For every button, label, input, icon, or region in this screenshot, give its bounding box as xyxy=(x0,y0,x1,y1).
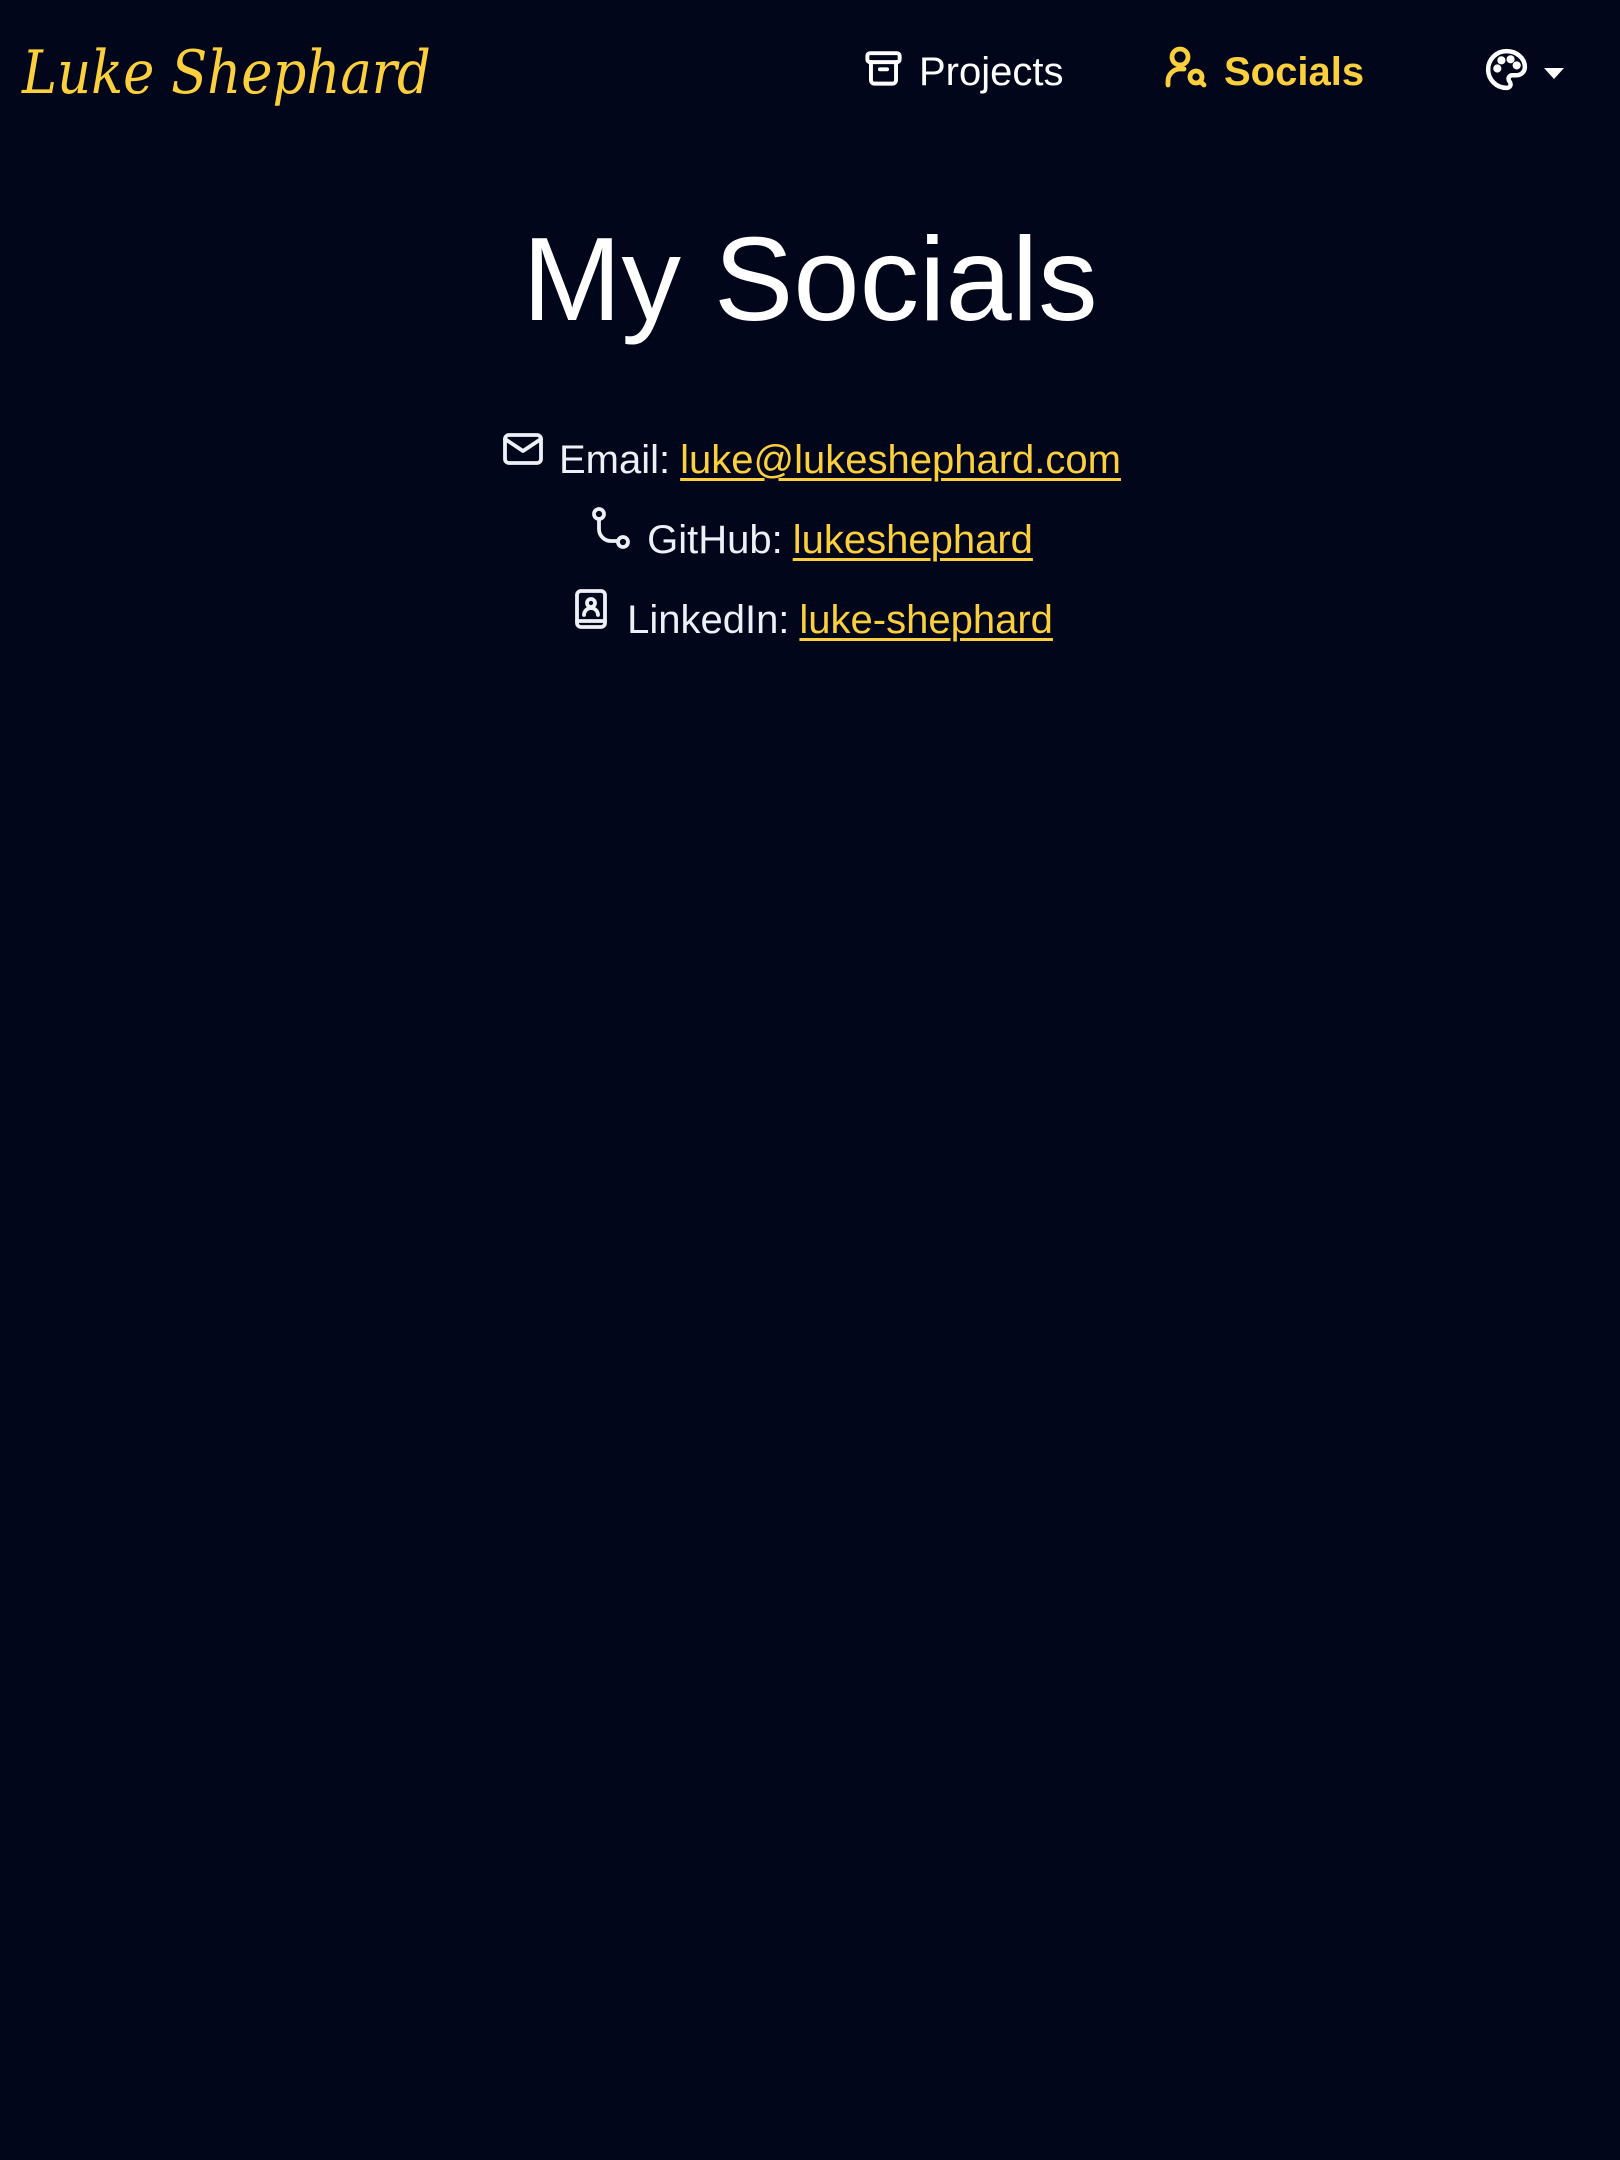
user-search-icon xyxy=(1162,43,1210,101)
github-label: GitHub: xyxy=(647,518,783,562)
chevron-down-icon xyxy=(1544,67,1564,79)
theme-selector[interactable] xyxy=(1482,42,1572,102)
archive-box-icon xyxy=(862,46,905,99)
email-link[interactable]: luke@lukeshephard.com xyxy=(680,420,1121,500)
email-label: Email: xyxy=(559,438,671,482)
social-row-linkedin: LinkedIn: luke-shephard xyxy=(0,580,1620,660)
nav-projects-label: Projects xyxy=(919,49,1064,94)
top-navigation: Luke Shephard Projects Socials xyxy=(0,0,1620,146)
git-branch-icon xyxy=(587,500,647,580)
palette-icon xyxy=(1482,45,1531,99)
linkedin-label: LinkedIn: xyxy=(627,598,790,642)
contact-book-icon xyxy=(567,580,627,660)
social-links-list: Email: luke@lukeshephard.com GitHub: luk… xyxy=(0,420,1620,660)
brand-logo-text[interactable]: Luke Shephard xyxy=(22,28,431,118)
nav-projects-link[interactable]: Projects xyxy=(862,36,1064,108)
social-row-github: GitHub: lukeshephard xyxy=(0,500,1620,580)
nav-socials-link[interactable]: Socials xyxy=(1162,36,1364,108)
nav-socials-label: Socials xyxy=(1224,49,1365,94)
social-row-email: Email: luke@lukeshephard.com xyxy=(0,420,1620,500)
linkedin-link[interactable]: luke-shephard xyxy=(799,580,1053,660)
mail-icon xyxy=(499,420,559,500)
github-link[interactable]: lukeshephard xyxy=(793,500,1033,580)
page-title: My Socials xyxy=(522,213,1098,346)
